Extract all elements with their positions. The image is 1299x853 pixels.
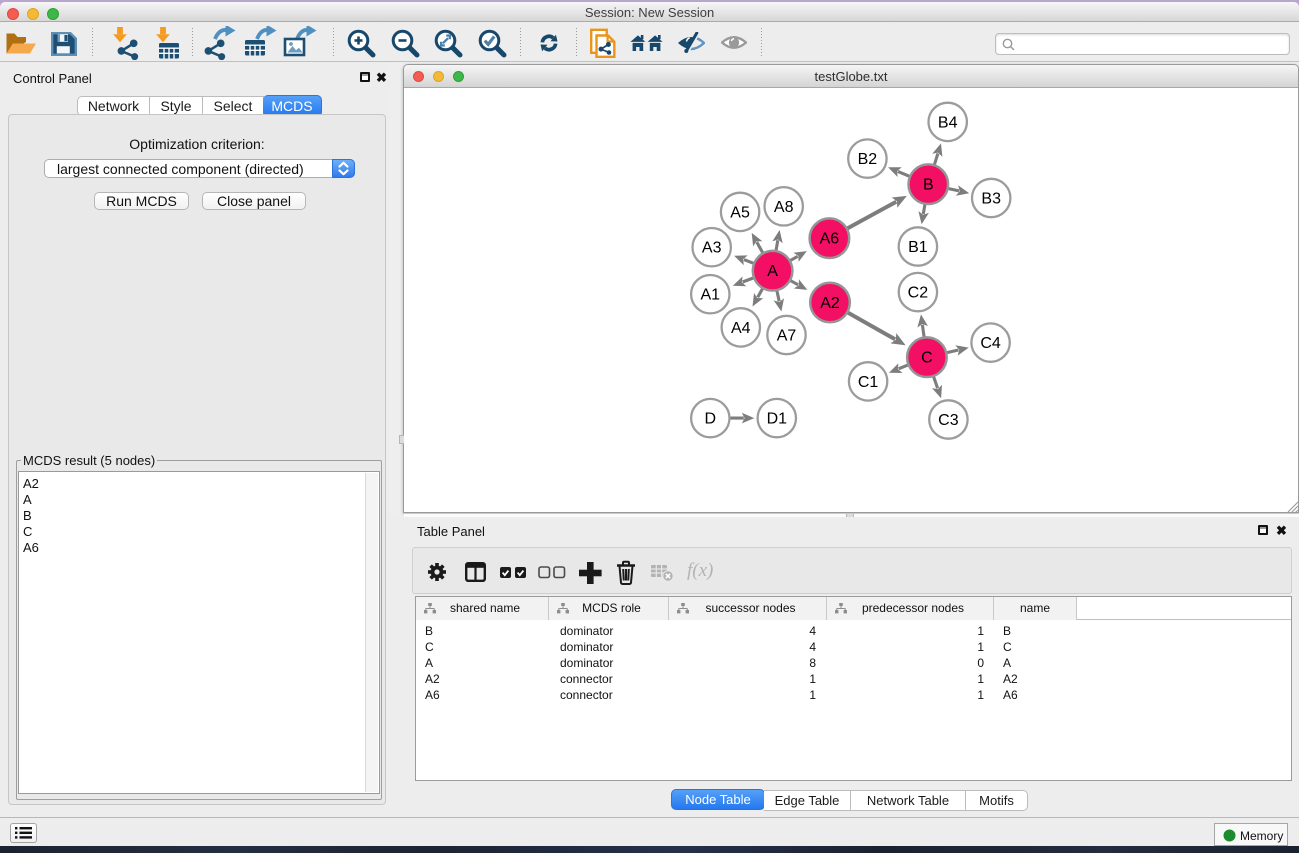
svg-text:A1: A1 bbox=[701, 287, 721, 304]
svg-text:C: C bbox=[921, 350, 933, 367]
svg-text:B4: B4 bbox=[938, 114, 958, 131]
svg-text:B3: B3 bbox=[981, 191, 1001, 208]
svg-text:B1: B1 bbox=[908, 239, 928, 256]
svg-text:D: D bbox=[705, 411, 717, 428]
svg-text:B2: B2 bbox=[858, 151, 878, 168]
svg-text:C1: C1 bbox=[858, 374, 879, 391]
svg-text:A5: A5 bbox=[730, 204, 750, 221]
svg-text:A3: A3 bbox=[702, 240, 722, 257]
svg-text:C4: C4 bbox=[980, 335, 1001, 352]
svg-text:A7: A7 bbox=[777, 328, 797, 345]
svg-text:A8: A8 bbox=[774, 199, 794, 216]
svg-text:C2: C2 bbox=[908, 285, 929, 302]
svg-text:B: B bbox=[923, 177, 934, 194]
svg-text:C3: C3 bbox=[938, 412, 959, 429]
svg-text:A6: A6 bbox=[820, 231, 840, 248]
svg-text:A2: A2 bbox=[820, 295, 840, 312]
svg-text:A4: A4 bbox=[731, 320, 751, 337]
svg-text:D1: D1 bbox=[767, 411, 788, 428]
svg-text:A: A bbox=[767, 263, 778, 280]
